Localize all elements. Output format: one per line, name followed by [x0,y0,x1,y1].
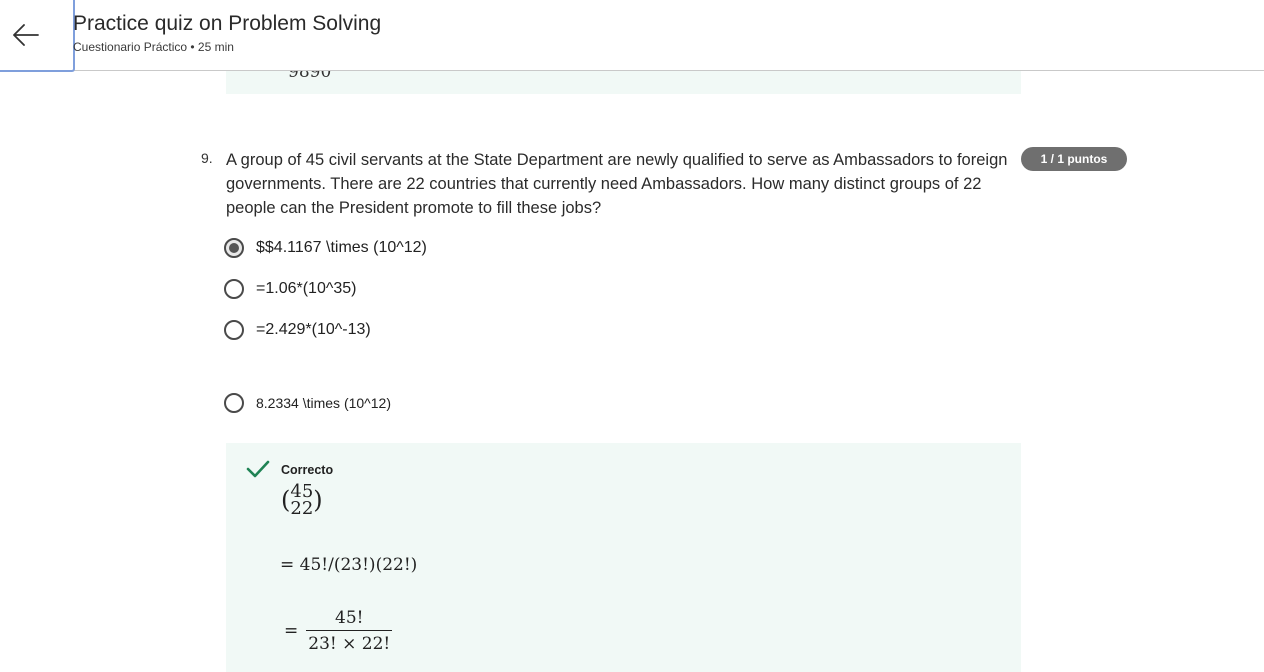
question-text: A group of 45 civil servants at the Stat… [226,151,1008,217]
answer-option-4[interactable]: 8.2334 \times (10^12) [224,391,391,415]
feedback-box: Correcto ( 45 22 ) = 45!/(23!)(22!) = 45… [226,443,1021,672]
math-expression-line: = 45!/(23!)(22!) [280,555,418,575]
checkmark-icon [246,460,270,478]
page-title: Practice quiz on Problem Solving [73,12,382,35]
feedback-status: Correcto [281,463,334,477]
radio-button[interactable] [224,320,244,340]
answer-option-label: =1.06*(10^35) [256,280,357,297]
radio-button[interactable] [224,393,244,413]
back-button[interactable] [0,0,75,72]
equals-sign: = [284,621,299,641]
answer-option-1[interactable]: $$4.1167 \times (10^12) [224,236,427,260]
radio-button-selected[interactable] [224,238,244,258]
fraction: 45! 23! × 22! [306,608,393,654]
score-badge: 1 / 1 puntos [1021,147,1127,171]
math-fraction-line: = 45! 23! × 22! [284,608,393,654]
answer-option-2[interactable]: =1.06*(10^35) [224,277,356,301]
page-subtitle: Cuestionario Práctico • 25 min [73,40,234,54]
answer-option-label: 8.2334 \times (10^12) [256,395,391,411]
fraction-numerator: 45! [335,608,364,628]
binomial-expression: ( 45 22 ) [281,481,323,519]
answer-option-label: =2.429*(10^-13) [256,321,371,338]
arrow-left-icon [12,24,39,46]
radio-button[interactable] [224,279,244,299]
fraction-denominator: 23! × 22! [306,630,393,654]
question-number: 9. [201,150,213,166]
quiz-header: Practice quiz on Problem Solving Cuestio… [0,0,1264,72]
answer-option-3[interactable]: =2.429*(10^-13) [224,318,371,342]
binom-bottom: 22 [290,498,314,519]
answer-option-label: $$4.1167 \times (10^12) [256,239,427,256]
